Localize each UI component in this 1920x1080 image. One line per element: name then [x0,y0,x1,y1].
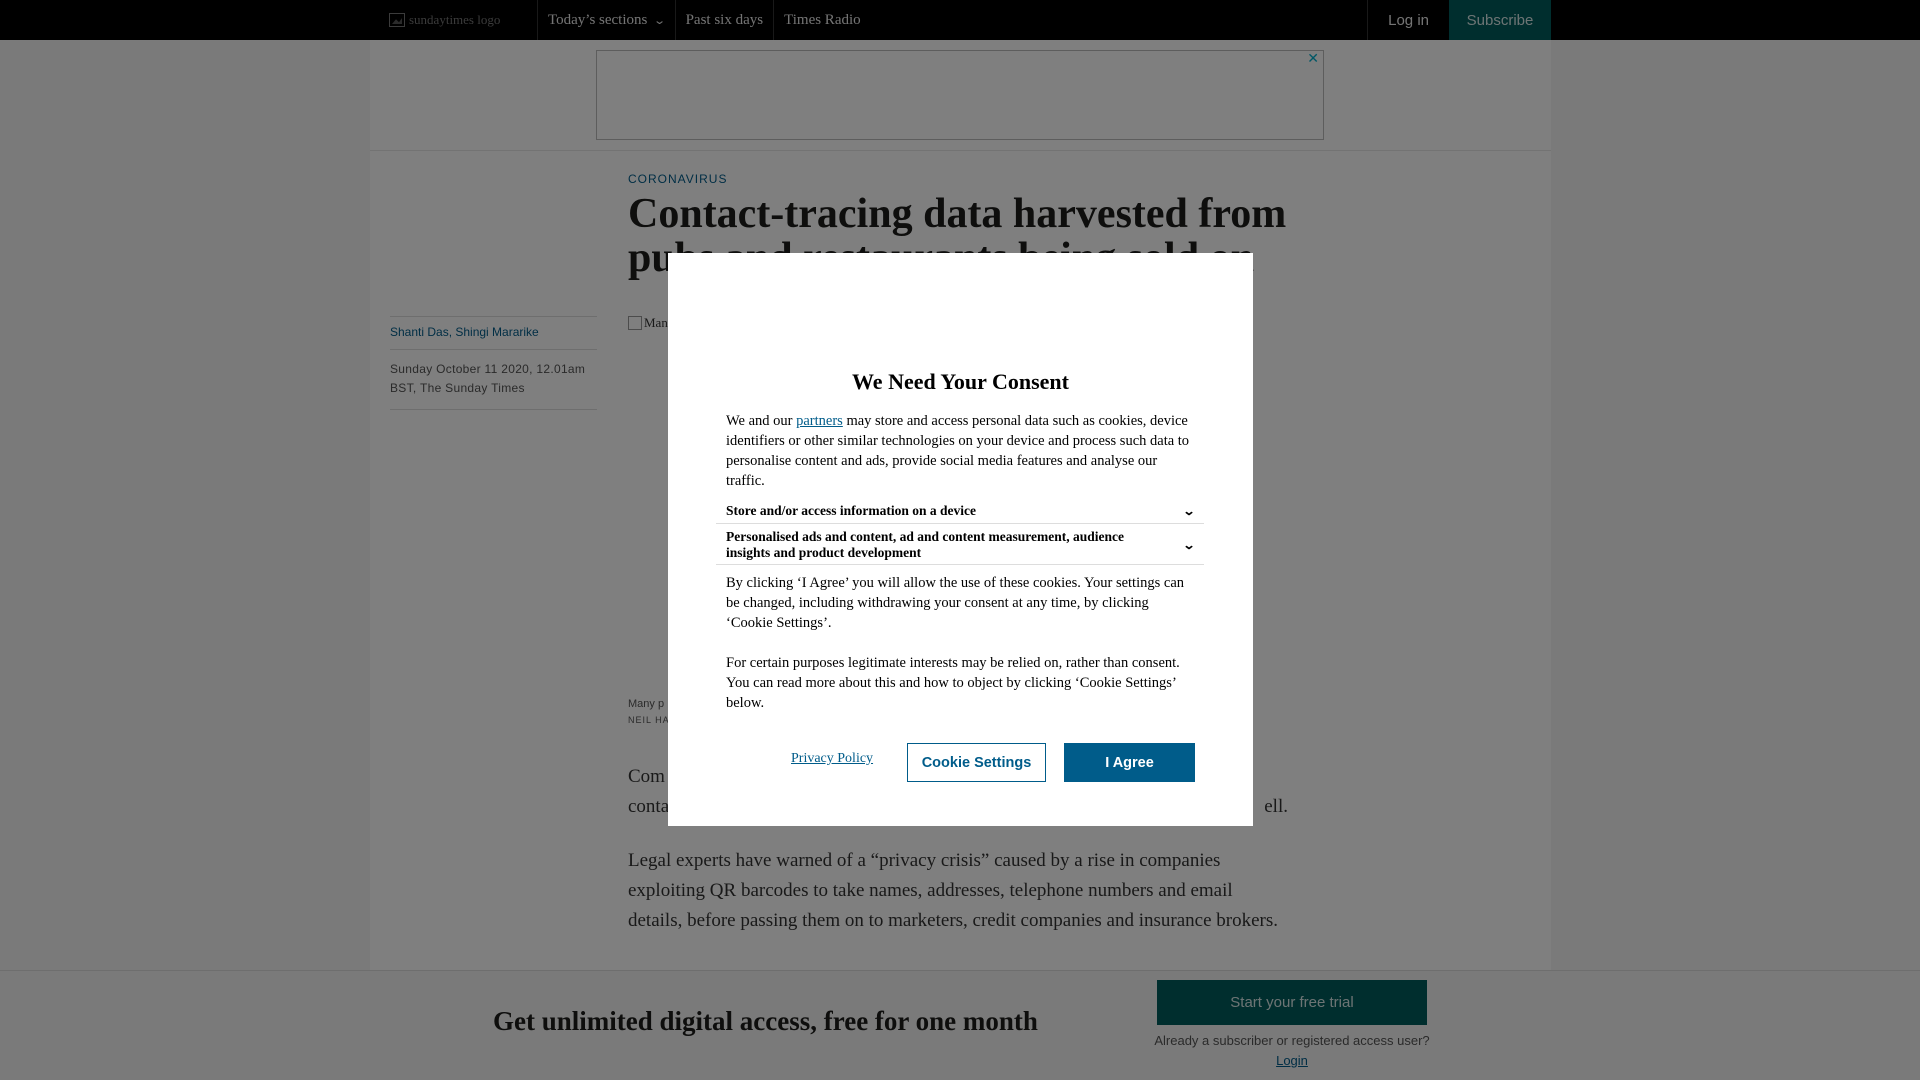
i-agree-button[interactable]: I Agree [1064,743,1195,782]
partners-link[interactable]: partners [796,413,843,429]
consent-paragraph-2: For certain purposes legitimate interest… [726,655,1180,711]
chevron-down-icon: ⌄ [1182,503,1196,518]
purpose-store-access[interactable]: Store and/or access information on a dev… [716,498,1204,524]
modal-backdrop-banner [0,970,1920,1080]
purpose-personalised-ads-label: Personalised ads and content, ad and con… [726,529,1125,560]
privacy-policy-link[interactable]: Privacy Policy [791,751,873,767]
cookie-settings-button[interactable]: Cookie Settings [907,743,1046,782]
purpose-store-access-label: Store and/or access information on a dev… [726,502,976,518]
chevron-down-icon: ⌄ [1182,538,1196,552]
consent-intro: We and our partners may store and access… [726,411,1196,491]
consent-modal: We Need Your Consent We and our partners… [668,253,1253,826]
consent-paragraph-1: By clicking ‘I Agree’ you will allow the… [726,575,1185,631]
purpose-personalised-ads[interactable]: Personalised ads and content, ad and con… [716,526,1204,565]
consent-intro-before: We and our [726,413,797,429]
consent-title: We Need Your Consent [852,369,1069,394]
